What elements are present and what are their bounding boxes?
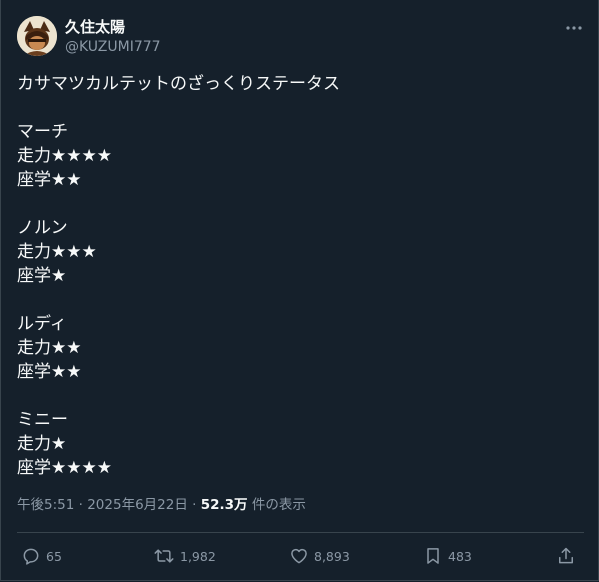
tweet-meta: 午後5:51 · 2025年6月22日 · 52.3万 件の表示 [17,495,306,515]
reply-icon [23,548,39,565]
views-count[interactable]: 52.3万 [201,497,248,513]
tweet-time[interactable]: 午後5:51 [17,497,74,513]
divider [17,532,584,533]
tweet-line: 座学★★★★ [17,458,112,478]
tweet-line: 走力★★ [17,338,82,358]
user-handle[interactable]: @KUZUMI777 [65,37,161,57]
retweet-icon [154,549,174,563]
bookmark-count: 483 [448,548,472,564]
share-icon [559,547,573,564]
tweet-text: カサマツカルテットのざっくりステータス マーチ 走力★★★★ 座学★★ ノルン … [17,72,577,480]
reply-button[interactable]: 65 [21,544,62,568]
tweet-line: 走力★★★ [17,242,97,262]
tweet-line: ルディ [17,314,67,334]
display-name[interactable]: 久住太陽 [65,17,125,37]
reply-count: 65 [46,548,62,564]
tweet-line [17,96,577,120]
meta-separator: · [192,497,197,513]
share-button[interactable] [556,544,576,568]
tweet-line: 座学★★ [17,362,82,382]
tweet-line: ノルン [17,218,68,238]
tweet-line: カサマツカルテットのざっくりステータス [17,74,340,94]
tweet-date[interactable]: 2025年6月22日 [87,497,188,513]
tweet-line: ミニー [17,410,68,430]
tweet-line: 走力★ [17,434,67,454]
avatar-image [17,16,57,56]
tweet-line [17,384,577,408]
retweet-button[interactable]: 1,982 [153,544,216,568]
like-button[interactable]: 8,893 [289,544,350,568]
tweet-line: 座学★★ [17,170,82,190]
bookmark-icon [427,548,439,564]
bookmark-button[interactable]: 483 [423,544,472,568]
tweet-line [17,192,577,216]
tweet-line: 走力★★★★ [17,146,112,166]
action-bar: 65 1,982 8,893 483 [17,544,584,568]
tweet-header: 久住太陽 @KUZUMI777 [17,12,584,60]
heart-icon [291,548,307,564]
more-dots-icon [566,26,582,30]
more-options-button[interactable] [564,18,584,38]
tweet-line: 座学★ [17,266,67,286]
tweet-line: マーチ [17,122,68,142]
meta-separator: · [78,497,83,513]
views-label: 件の表示 [251,497,306,513]
tweet-card: 久住太陽 @KUZUMI777 カサマツカルテットのざっくりステータス マーチ … [0,0,599,581]
retweet-count: 1,982 [180,548,216,564]
avatar[interactable] [17,16,57,56]
tweet-line [17,288,577,312]
like-count: 8,893 [314,548,350,564]
